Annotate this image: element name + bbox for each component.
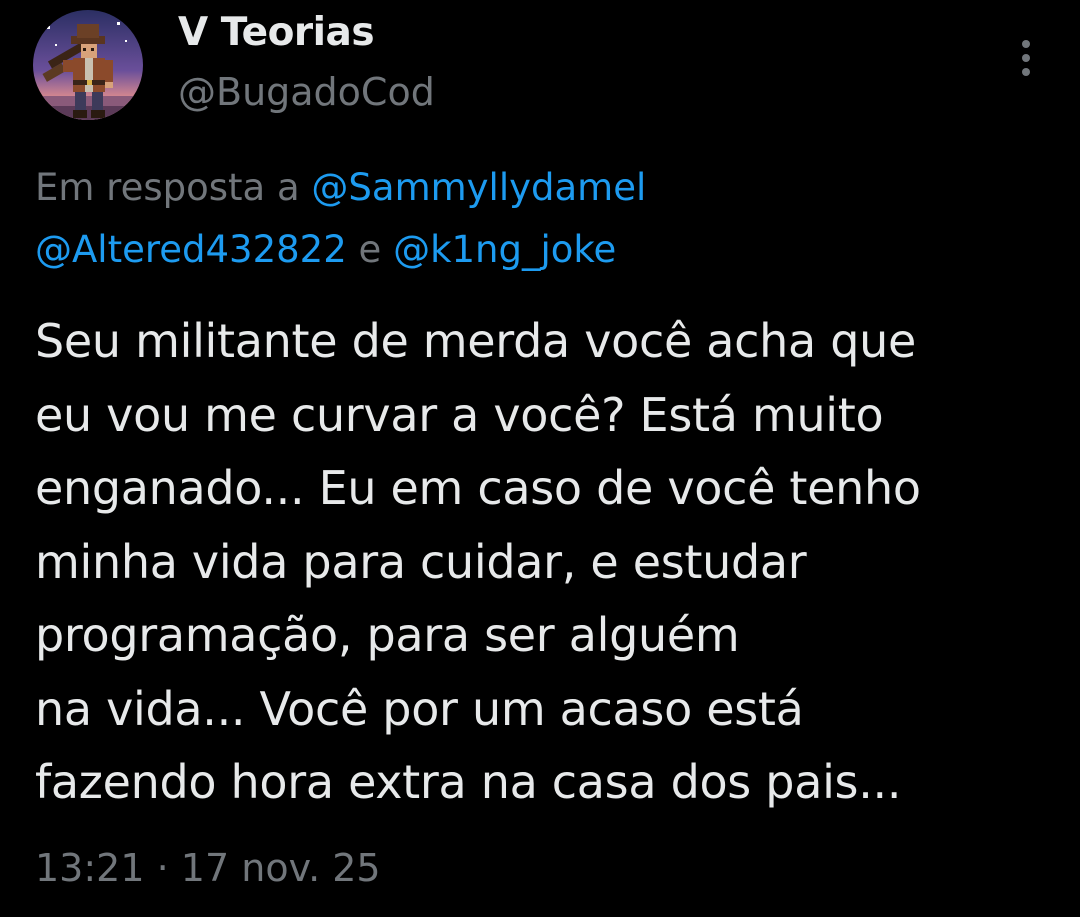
tweet-time[interactable]: 13:21: [35, 846, 145, 890]
timestamp-separator: ·: [156, 846, 169, 890]
reply-context-line-2: @Altered432822 e @k1ng_joke: [35, 219, 1045, 281]
avatar[interactable]: [33, 10, 143, 120]
tweet-text-line: programação, para ser alguém: [35, 608, 740, 662]
more-options-button[interactable]: [1004, 34, 1048, 82]
reply-prefix: Em resposta a: [35, 166, 300, 209]
tweet-timestamp: 13:21 · 17 nov. 25: [35, 846, 381, 890]
reply-context: Em resposta a @Sammyllydamel @Altered432…: [35, 157, 1045, 281]
mention-link-sammyllydamel[interactable]: @Sammyllydamel: [311, 166, 646, 209]
reply-context-line-1: Em resposta a @Sammyllydamel: [35, 157, 1045, 219]
tweet-container: V Teorias @BugadoCod Em resposta a @Samm…: [0, 0, 1080, 917]
tweet-text-line: eu vou me curvar a você? Está muito: [35, 387, 884, 442]
mention-link-altered432822[interactable]: @Altered432822: [35, 228, 347, 271]
tweet-text-line: Seu militante de merda você acha que: [35, 314, 916, 368]
more-vertical-icon-dot-middle: [1022, 54, 1030, 62]
tweet-text-line: na vida... Você por um acaso está: [35, 681, 804, 736]
reply-conjunction: e: [358, 228, 382, 271]
more-vertical-icon-dot-top: [1022, 40, 1030, 48]
tweet-date[interactable]: 17 nov. 25: [181, 846, 381, 890]
more-vertical-icon-dot-bottom: [1022, 68, 1030, 76]
tweet-text-line: fazendo hora extra na casa dos pais...: [35, 755, 902, 809]
pixel-art-cowboy-avatar-icon: [33, 10, 143, 120]
tweet-text: Seu militante de merda você acha que eu …: [35, 305, 1055, 820]
author-display-name[interactable]: V Teorias: [178, 10, 375, 55]
author-handle[interactable]: @BugadoCod: [178, 70, 435, 114]
tweet-text-line: minha vida para cuidar, e estudar: [35, 534, 807, 589]
mention-link-k1ng-joke[interactable]: @k1ng_joke: [393, 228, 616, 271]
tweet-text-line: enganado... Eu em caso de você tenho: [35, 461, 921, 515]
